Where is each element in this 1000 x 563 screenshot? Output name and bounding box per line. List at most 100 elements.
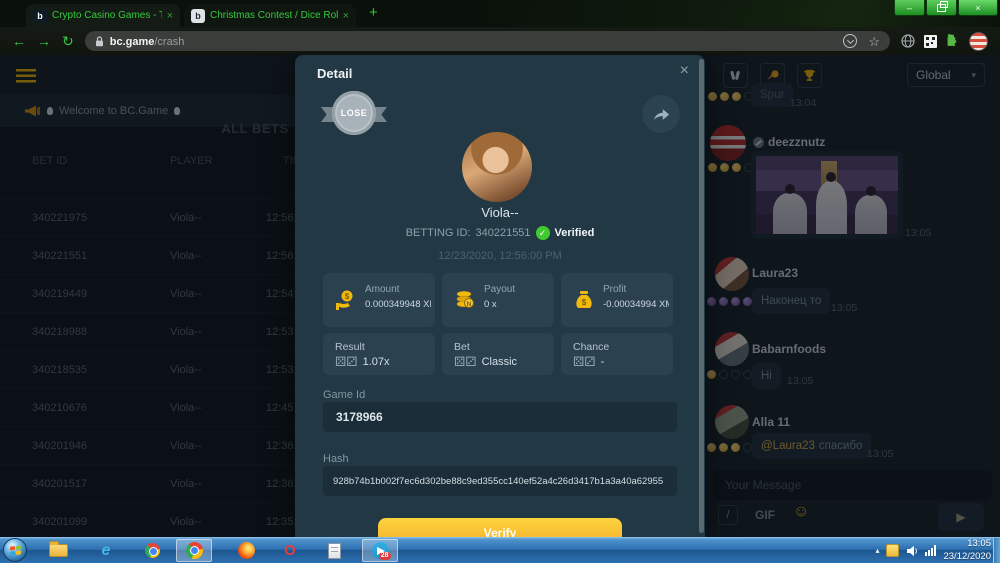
svg-text:N: N <box>467 301 472 308</box>
svg-text:$: $ <box>345 292 350 301</box>
result-tile: Result ⚄⚂ 1.07x <box>323 333 435 375</box>
taskbar-opera-icon[interactable]: O <box>272 539 308 562</box>
taskbar-telegram-icon[interactable]: 28 <box>362 539 398 562</box>
game-id-field[interactable]: 3178966 <box>323 402 677 432</box>
clock-date: 23/12/2020 <box>943 551 991 562</box>
taskbar-clock[interactable]: 13:05 23/12/2020 <box>943 538 991 563</box>
chance-tile: Chance ⚄⚂ - <box>561 333 673 375</box>
amount-coin-icon: $ <box>334 288 358 312</box>
bcgame-favicon: b <box>33 9 47 23</box>
profit-moneybag-icon: $ <box>572 288 596 312</box>
modal-scrollbar[interactable] <box>699 59 704 533</box>
taskbar-explorer-icon[interactable] <box>40 539 76 562</box>
internet-explorer-icon: e <box>102 543 111 559</box>
notification-badge: 28 <box>379 552 391 560</box>
tile-label: Amount <box>365 284 399 295</box>
tray-app-icon[interactable] <box>886 544 899 557</box>
restore-icon <box>937 4 946 12</box>
share-button[interactable] <box>642 95 680 133</box>
amount-tile: $ Amount 0.000349948 XMR <box>323 273 435 327</box>
svg-text:$: $ <box>582 298 587 307</box>
profit-tile: $ Profit -0.00034994 XMR <box>561 273 673 327</box>
bet-detail-modal: Detail × LOSE Viola-- BETTING ID: 340221… <box>295 55 705 537</box>
system-tray: ▴ 13:05 23/12/2020 <box>875 538 991 563</box>
browser-tab-1[interactable]: b Crypto Casino Games - The 16 B × <box>26 4 180 27</box>
tile-label: Profit <box>603 284 626 295</box>
tile-value: -0.00034994 XMR <box>603 299 669 310</box>
window-close-button[interactable]: × <box>958 0 998 16</box>
tile-label: Chance <box>573 341 609 353</box>
tile-label: Bet <box>454 341 470 353</box>
tile-label: Result <box>335 341 365 353</box>
address-bar[interactable]: bc.game/crash ☆ <box>85 31 890 51</box>
player-username[interactable]: Viola-- <box>295 205 705 220</box>
game-id-label: Game Id <box>323 389 365 401</box>
hash-label: Hash <box>323 453 349 465</box>
tab-close-icon[interactable]: × <box>167 10 173 22</box>
new-tab-button[interactable]: + <box>369 4 378 21</box>
player-avatar[interactable] <box>462 132 532 202</box>
tile-label: Payout <box>484 284 515 295</box>
install-app-icon[interactable] <box>843 34 857 48</box>
back-button[interactable]: ← <box>12 34 26 48</box>
browser-profile-avatar[interactable] <box>969 32 988 51</box>
betting-id-row: BETTING ID: 340221551 ✓ Verified <box>295 226 705 240</box>
verify-button[interactable]: Verify <box>378 518 622 537</box>
tile-value: 1.07x <box>363 356 390 368</box>
browser-toolbar: ← → ↻ bc.game/crash ☆ <box>0 27 1000 55</box>
firefox-icon <box>238 542 255 559</box>
bookmark-star-icon[interactable]: ☆ <box>868 35 880 48</box>
bcgame-favicon: b <box>191 9 205 23</box>
opera-icon: O <box>284 543 296 558</box>
bet-tile: Bet ⚄⚂ Classic <box>442 333 554 375</box>
lose-badge: LOSE <box>321 89 387 141</box>
url-domain: bc.game <box>110 36 155 48</box>
tile-value: 0 x <box>484 299 550 310</box>
modal-title: Detail <box>317 66 352 81</box>
lock-icon <box>95 36 104 47</box>
telegram-icon: 28 <box>372 542 389 559</box>
betting-id-label: BETTING ID: <box>406 227 471 239</box>
share-arrow-icon <box>652 107 670 122</box>
taskbar-firefox-icon[interactable] <box>228 539 264 562</box>
browser-tab-2[interactable]: b Christmas Contest / Dice Roll Hu × <box>184 4 356 27</box>
windows-logo-icon <box>10 545 21 555</box>
tab-title: Christmas Contest / Dice Roll Hu <box>210 10 338 21</box>
language-globe-icon[interactable] <box>901 34 915 48</box>
payout-coins-icon: N <box>453 288 477 312</box>
betting-id-value: 340221551 <box>475 227 530 239</box>
extensions-puzzle-icon[interactable] <box>946 34 960 48</box>
forward-button[interactable]: → <box>37 34 51 48</box>
dice-icon: ⚄⚂ <box>573 355 596 368</box>
tab-close-icon[interactable]: × <box>343 10 349 22</box>
taskbar-chrome-icon[interactable] <box>176 539 212 562</box>
tile-value: 0.000349948 XMR <box>365 299 431 310</box>
qr-code-icon[interactable] <box>924 35 937 48</box>
window-minimize-button[interactable]: – <box>894 0 925 16</box>
bet-datetime: 12/23/2020, 12:56:00 PM <box>295 250 705 262</box>
chrome-icon <box>186 542 203 559</box>
taskbar-notepad-icon[interactable] <box>316 539 352 562</box>
close-icon[interactable]: × <box>680 63 689 79</box>
taskbar-chromium-icon[interactable] <box>134 539 170 562</box>
volume-icon[interactable] <box>906 545 918 557</box>
dice-icon: ⚄⚂ <box>335 355 358 368</box>
tab-title: Crypto Casino Games - The 16 B <box>52 10 162 21</box>
payout-tile: N Payout 0 x <box>442 273 554 327</box>
taskbar-ie-icon[interactable]: e <box>88 539 124 562</box>
start-button[interactable] <box>3 538 27 562</box>
network-signal-icon[interactable] <box>925 545 936 556</box>
verified-shield-icon: ✓ <box>536 226 550 240</box>
screen: b Crypto Casino Games - The 16 B × b Chr… <box>0 0 1000 563</box>
reload-button[interactable]: ↻ <box>62 34 74 48</box>
browser-tab-strip: b Crypto Casino Games - The 16 B × b Chr… <box>0 0 1000 27</box>
folder-icon <box>49 544 68 557</box>
verified-label: Verified <box>555 227 595 239</box>
clock-time: 13:05 <box>967 538 991 549</box>
tray-expand-icon[interactable]: ▴ <box>875 546 879 555</box>
window-restore-button[interactable] <box>926 0 957 16</box>
dice-icon: ⚄⚂ <box>454 355 477 368</box>
lose-badge-text: LOSE <box>341 108 368 118</box>
show-desktop-button[interactable] <box>993 538 1000 563</box>
hash-field[interactable]: 928b74b1b002f7ec6d302be88c9ed355cc140ef5… <box>323 466 677 496</box>
